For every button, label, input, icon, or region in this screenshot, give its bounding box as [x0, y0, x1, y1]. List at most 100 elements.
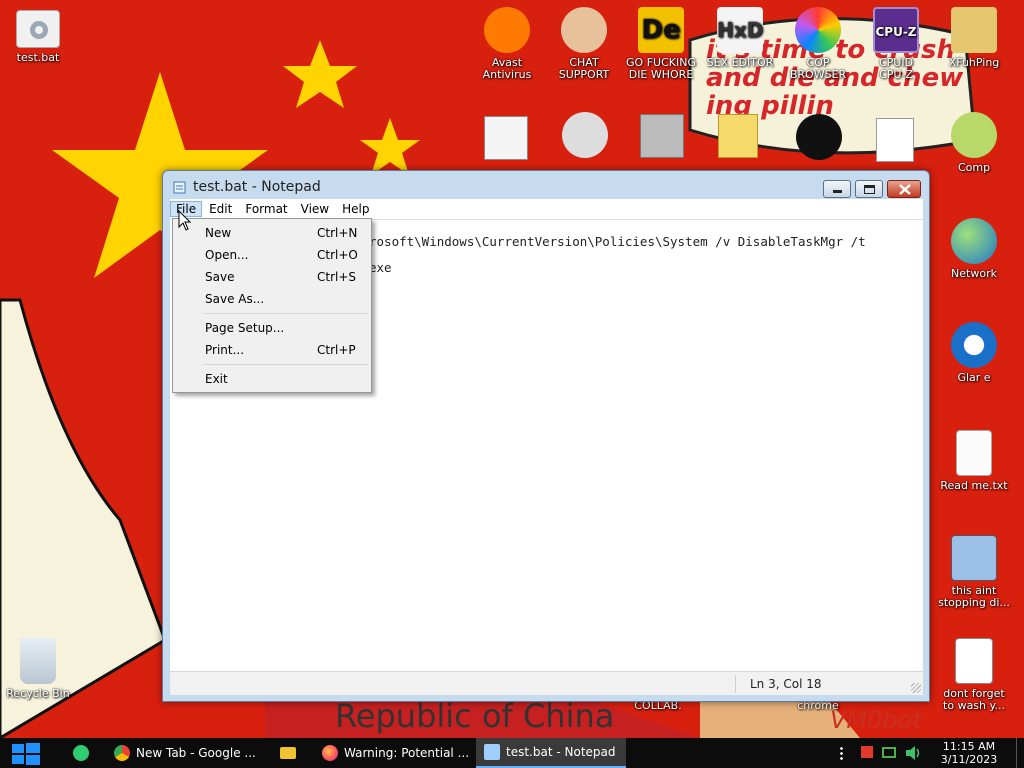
desktop-icon-label: Avast Antivirus — [482, 56, 532, 81]
menu-help[interactable]: Help — [336, 201, 375, 217]
desktop-icon-label: test.bat — [16, 51, 60, 64]
speaker-icon — [906, 746, 920, 760]
taskbar-task-chrome[interactable]: New Tab - Google ... — [106, 738, 264, 768]
file-menu: New Ctrl+N Open... Ctrl+O Save Ctrl+S Sa… — [172, 218, 372, 393]
system-clock[interactable]: 11:15 AM 3/11/2023 — [932, 740, 1006, 766]
desktop-icon-hxd[interactable]: HxD SEX EDITOR — [702, 7, 778, 69]
text-line-1: rosoft\Windows\CurrentVersion\Policies\S… — [369, 234, 866, 249]
title-bar[interactable]: test.bat - Notepad — [163, 171, 929, 201]
desktop-icon-test-bat[interactable]: test.bat — [0, 10, 76, 64]
desktop-icon-dont-forget[interactable]: dont forget to wash y... — [936, 638, 1012, 712]
desktop-icon-read-me[interactable]: Read me.txt — [936, 430, 1012, 492]
desktop-icon-label: Recycle Bin — [6, 687, 70, 700]
desktop-icon-chat-support[interactable]: CHAT SUPPORT — [546, 7, 622, 81]
desktop-icon-label: Network — [951, 267, 997, 280]
menu-item-label: Page Setup... — [205, 321, 285, 335]
desktop-icon-label: Comp — [957, 161, 991, 174]
monitor-icon — [951, 535, 997, 581]
menu-item-label: Save — [205, 270, 235, 284]
overflow-menu-button[interactable] — [836, 738, 848, 768]
desktop-icon-computer[interactable]: Comp — [936, 112, 1012, 174]
menu-item-save[interactable]: Save Ctrl+S — [173, 266, 371, 288]
menu-separator — [203, 364, 368, 365]
start-button[interactable] — [10, 738, 42, 768]
menu-item-open[interactable]: Open... Ctrl+O — [173, 244, 371, 266]
menu-view[interactable]: View — [295, 201, 335, 217]
blank-file-icon[interactable] — [876, 118, 914, 162]
window-title: test.bat - Notepad — [193, 179, 321, 195]
resize-grip-icon[interactable] — [911, 683, 921, 693]
stacked-windows-icon[interactable] — [640, 114, 684, 158]
maximize-button[interactable] — [855, 180, 883, 198]
more-vertical-icon — [840, 746, 843, 760]
document-app-icon[interactable] — [484, 116, 528, 160]
de-app-icon: De — [638, 7, 684, 53]
mouse-pointer-icon — [178, 210, 192, 231]
menu-item-label: Print... — [205, 343, 245, 357]
desktop-icon-network[interactable]: Network — [936, 218, 1012, 280]
desktop-icon-cpuz[interactable]: CPU-Z CPUID CPU-Z — [858, 7, 934, 81]
computer-icon — [951, 112, 997, 158]
green-chat-icon — [73, 745, 89, 761]
desktop-icon-xfuhping[interactable]: XFuhPing — [936, 7, 1012, 69]
task-label: test.bat - Notepad — [506, 745, 616, 759]
status-separator — [735, 675, 736, 693]
folder-icon[interactable] — [718, 114, 758, 158]
menu-item-print[interactable]: Print... Ctrl+P — [173, 339, 371, 361]
clock-date: 3/11/2023 — [940, 753, 998, 766]
desktop-icon-recycle-bin[interactable]: Recycle Bin — [0, 638, 76, 700]
menu-bar: File Edit Format View Help — [170, 199, 923, 219]
minimize-icon — [833, 190, 842, 193]
tray-network-icon[interactable] — [880, 738, 898, 768]
text-file-icon — [956, 430, 992, 476]
desktop-icon-label: this aint stopping di... — [938, 584, 1010, 609]
user-icon — [951, 7, 997, 53]
menu-item-save-as[interactable]: Save As... — [173, 288, 371, 310]
folder-icon — [280, 747, 296, 759]
taskbar: New Tab - Google ... Warning: Potential … — [0, 738, 1024, 768]
desktop-icon-avast[interactable]: Avast Antivirus — [469, 7, 545, 81]
restore-icon — [864, 185, 875, 194]
skull-icon[interactable] — [562, 112, 608, 158]
recycle-bin-icon — [20, 638, 56, 684]
tray-flag-icon[interactable] — [858, 738, 876, 768]
network-icon — [951, 218, 997, 264]
minimize-button[interactable] — [823, 180, 851, 198]
task-label: Warning: Potential ... — [344, 746, 470, 760]
menu-item-exit[interactable]: Exit — [173, 368, 371, 390]
menu-item-label: New — [205, 226, 232, 240]
taskbar-task-firefox[interactable]: Warning: Potential ... — [314, 738, 472, 768]
menu-edit[interactable]: Edit — [203, 201, 238, 217]
desktop-icon-label: GO FUCKING DIE WHORE — [626, 56, 696, 81]
menu-item-shortcut: Ctrl+O — [317, 248, 358, 262]
desktop-icon-label: XFuhPing — [948, 56, 1000, 69]
file-explorer-button[interactable] — [278, 738, 300, 768]
menu-item-page-setup[interactable]: Page Setup... — [173, 317, 371, 339]
show-desktop-button[interactable] — [1016, 738, 1022, 768]
desktop-icon-label: Glar e — [957, 371, 991, 384]
notepad-icon — [173, 181, 186, 194]
tray-volume-icon[interactable] — [904, 738, 922, 768]
browser-icon — [795, 7, 841, 53]
desktop-icon-this-aint[interactable]: this aint stopping di... — [936, 535, 1012, 609]
desktop-icon-glary[interactable]: Glar e — [936, 322, 1012, 384]
task-label: New Tab - Google ... — [136, 746, 256, 760]
taskbar-task-notepad[interactable]: test.bat - Notepad — [476, 738, 626, 768]
close-button[interactable] — [887, 180, 921, 198]
menu-item-new[interactable]: New Ctrl+N — [173, 222, 371, 244]
cursor-position: Ln 3, Col 18 — [750, 677, 822, 691]
desktop-icon-label: CHAT SUPPORT — [558, 56, 610, 81]
desktop-icon-label: dont forget to wash y... — [943, 687, 1005, 712]
desktop-icon-de[interactable]: De GO FUCKING DIE WHORE — [623, 7, 699, 81]
menu-item-shortcut: Ctrl+N — [317, 226, 358, 240]
desktop-icon-label: Read me.txt — [940, 479, 1008, 492]
pinned-app-button[interactable] — [70, 738, 92, 768]
menu-format[interactable]: Format — [239, 201, 293, 217]
menu-item-shortcut: Ctrl+S — [317, 270, 357, 284]
dark-logo-icon[interactable] — [796, 114, 842, 160]
menu-item-label: Open... — [205, 248, 249, 262]
desktop-icon-label: COP BROWSER — [789, 56, 847, 81]
desktop-icon-label: CPUID CPU-Z — [878, 56, 914, 81]
network-tray-icon — [882, 747, 896, 758]
desktop-icon-cop-browser[interactable]: COP BROWSER — [780, 7, 856, 81]
